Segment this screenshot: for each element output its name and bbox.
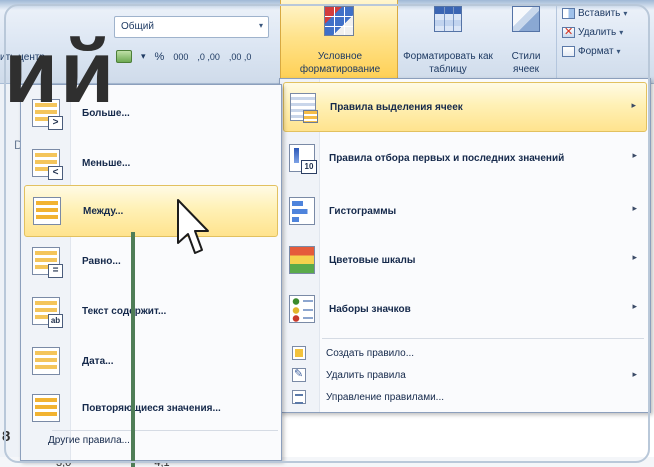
menu-item-date-occurring[interactable]: Дата... xyxy=(24,335,278,387)
menu-item-text-contains[interactable]: ab Текст содержит... xyxy=(24,285,278,337)
delete-cells-icon xyxy=(562,25,575,38)
ribbon-separator xyxy=(556,6,557,78)
submenu-arrow-icon: ▸ xyxy=(631,100,636,110)
chevron-down-icon[interactable]: ▾ xyxy=(259,21,263,30)
menu-item-data-bars[interactable]: Гистограммы ▸ xyxy=(283,186,647,236)
insert-cells-icon xyxy=(562,8,575,19)
format-button[interactable]: Формат ▾ xyxy=(562,46,654,57)
text-contains-icon: ab xyxy=(32,297,63,328)
data-bars-icon xyxy=(289,197,315,225)
highlight-rules-submenu: > Больше... < Меньше... Между... = Равно… xyxy=(20,84,282,461)
format-cells-icon xyxy=(562,46,575,57)
chevron-down-icon: ▾ xyxy=(623,9,628,18)
cell-styles-label: Стили ячеек xyxy=(511,51,541,75)
menu-item-duplicate-values[interactable]: Повторяющиеся значения... xyxy=(24,382,278,434)
menu-item-label: Создать правило... xyxy=(326,347,415,359)
delete-button[interactable]: Удалить ▾ xyxy=(562,25,654,38)
menu-item-label: Наборы значков xyxy=(329,303,411,315)
menu-item-highlight-cells-rules[interactable]: Правила выделения ячеек ▸ xyxy=(283,82,647,132)
menu-item-top-bottom-rules[interactable]: Правила отбора первых и последних значен… xyxy=(283,133,647,183)
menu-item-label: Удалить правила xyxy=(326,369,406,381)
conditional-formatting-menu: Правила выделения ячеек ▸ Правила отбора… xyxy=(279,78,651,413)
icon-sets-icon xyxy=(289,295,315,323)
chevron-down-icon: ▾ xyxy=(616,47,621,56)
currency-icon[interactable] xyxy=(116,50,132,63)
color-scales-icon xyxy=(289,246,315,274)
menu-item-more-rules[interactable]: Другие правила... xyxy=(48,435,130,446)
annotation-line xyxy=(131,232,135,467)
number-format-combo[interactable]: Общий ▾ xyxy=(114,16,269,38)
menu-item-label: Правила отбора первых и последних значен… xyxy=(329,152,565,164)
submenu-arrow-icon: ▸ xyxy=(632,252,637,262)
mouse-pointer-icon xyxy=(177,199,209,254)
menu-item-label: Равно... xyxy=(82,255,121,267)
chevron-down-icon[interactable]: ▾ xyxy=(141,51,146,62)
between-icon xyxy=(33,197,61,225)
menu-item-label: Между... xyxy=(83,205,124,217)
duplicate-values-icon xyxy=(32,394,60,422)
menu-item-clear-rules[interactable]: Удалить правила ▸ xyxy=(283,364,647,386)
delete-label: Удалить xyxy=(578,27,617,38)
insert-label: Вставить xyxy=(578,8,621,19)
new-rule-icon xyxy=(292,346,306,360)
table-icon xyxy=(434,6,462,32)
menu-item-new-rule[interactable]: Создать правило... xyxy=(283,342,647,364)
format-as-table-button[interactable]: Форматировать как таблицу xyxy=(400,6,496,78)
increase-decimal-button[interactable]: ,0 ,00 xyxy=(197,52,220,62)
top-bottom-rules-icon xyxy=(289,144,317,174)
overlay-digit: 8 xyxy=(2,428,11,445)
calendar-icon xyxy=(32,347,60,375)
chevron-down-icon: ▾ xyxy=(619,28,624,37)
submenu-arrow-icon: ▸ xyxy=(632,301,637,311)
menu-item-label: Гистограммы xyxy=(329,205,397,217)
format-label: Формат xyxy=(578,46,614,57)
menu-item-label: Цветовые шкалы xyxy=(329,254,416,266)
manage-rules-icon xyxy=(292,390,306,404)
menu-item-equal-to[interactable]: = Равно... xyxy=(24,235,278,287)
equal-to-icon: = xyxy=(32,247,63,278)
menu-separator xyxy=(52,430,278,431)
menu-item-label: Текст содержит... xyxy=(82,305,167,317)
submenu-arrow-icon: ▸ xyxy=(632,203,637,213)
cell-styles-icon xyxy=(512,6,540,32)
conditional-formatting-label: Условное форматирование xyxy=(299,51,381,75)
menu-item-label: Правила выделения ячеек xyxy=(330,101,463,113)
menu-separator xyxy=(322,338,644,339)
submenu-arrow-icon: ▸ xyxy=(632,369,637,379)
highlight-rules-icon xyxy=(290,93,318,123)
insert-button[interactable]: Вставить ▾ xyxy=(562,8,654,19)
conditional-formatting-icon xyxy=(324,6,354,36)
overlay-title-fragment: ий xyxy=(4,22,117,121)
menu-item-less-than[interactable]: < Меньше... xyxy=(24,137,278,189)
number-format-value: Общий xyxy=(121,21,154,32)
menu-item-label: Управление правилами... xyxy=(326,391,444,403)
menu-item-icon-sets[interactable]: Наборы значков ▸ xyxy=(283,284,647,334)
menu-item-manage-rules[interactable]: Управление правилами... xyxy=(283,386,647,408)
conditional-formatting-button[interactable]: Условное форматирование xyxy=(280,0,398,82)
format-as-table-label: Форматировать как таблицу xyxy=(403,51,493,75)
menu-item-color-scales[interactable]: Цветовые шкалы ▸ xyxy=(283,235,647,285)
menu-item-label: Дата... xyxy=(82,355,114,367)
less-than-icon: < xyxy=(32,149,63,180)
number-tools: ▾ % 000 ,0 ,00 ,00 ,0 xyxy=(116,50,251,63)
thousands-separator-button[interactable]: 000 xyxy=(173,52,188,62)
decrease-decimal-button[interactable]: ,00 ,0 xyxy=(229,52,252,62)
menu-item-label: Меньше... xyxy=(82,157,131,169)
clear-rules-icon xyxy=(292,367,306,382)
cells-group: Вставить ▾ Удалить ▾ Формат ▾ xyxy=(562,8,654,57)
percent-button[interactable]: % xyxy=(155,51,165,63)
menu-item-label: Повторяющиеся значения... xyxy=(82,402,221,414)
menu-item-between[interactable]: Между... xyxy=(24,185,278,237)
cell-styles-button[interactable]: Стили ячеек xyxy=(500,6,552,78)
submenu-arrow-icon: ▸ xyxy=(632,150,637,160)
